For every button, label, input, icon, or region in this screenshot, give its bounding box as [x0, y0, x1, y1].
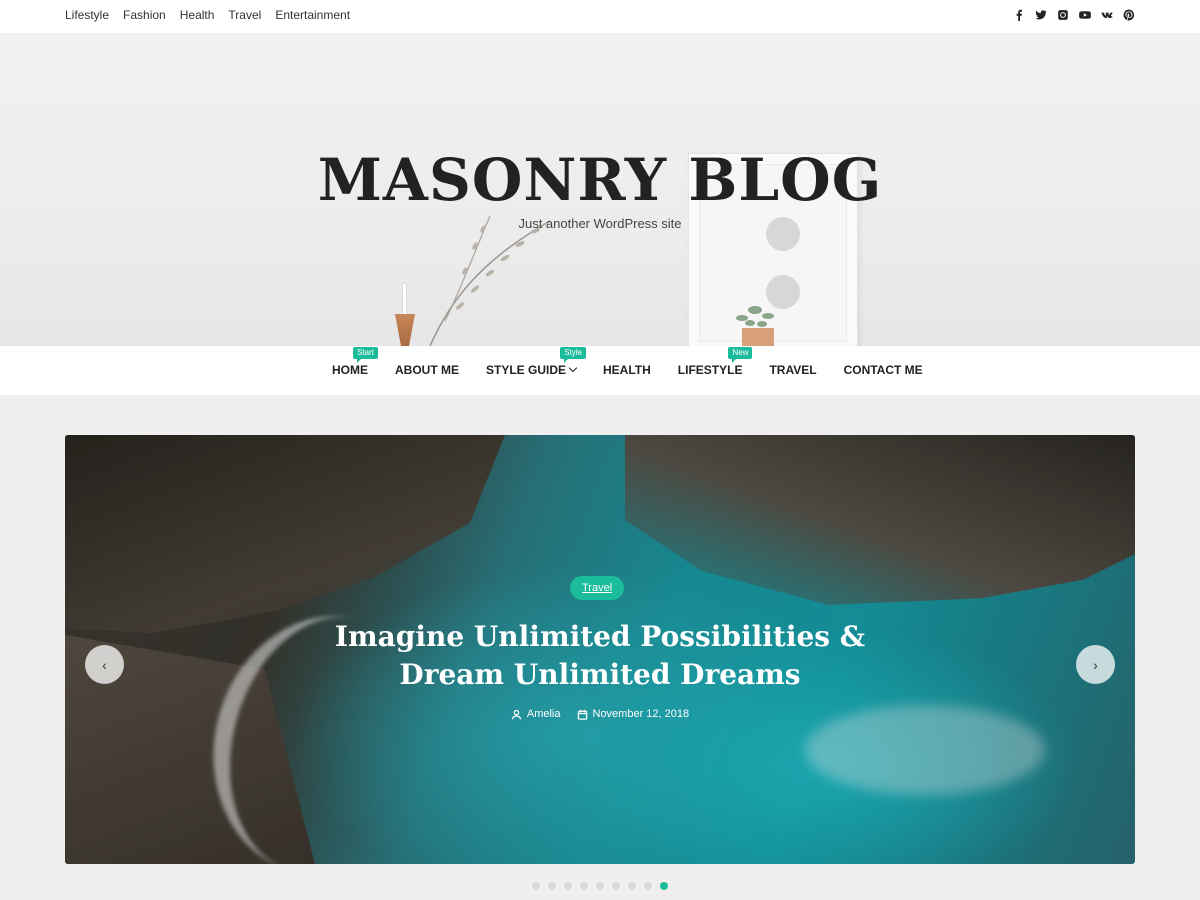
author-name: Amelia: [526, 708, 561, 720]
nav-item-health[interactable]: HEALTH: [603, 363, 651, 377]
nav-item-contact-me[interactable]: CONTACT ME: [844, 363, 923, 377]
top-bar: Lifestyle Fashion Health Travel Entertai…: [0, 0, 1200, 33]
nav-item-label: STYLE GUIDE: [486, 363, 567, 377]
slider-dot[interactable]: [564, 882, 572, 890]
slide-author[interactable]: Amelia: [511, 708, 561, 720]
slider-dot[interactable]: [612, 882, 620, 890]
candle-image: [402, 283, 407, 315]
chevron-right-icon: ›: [1093, 656, 1098, 673]
succulent-image: [736, 306, 774, 327]
calendar-icon: [577, 709, 587, 720]
slide-category-badge[interactable]: Travel: [570, 576, 625, 600]
youtube-icon[interactable]: [1079, 9, 1091, 21]
nav-item-label: ABOUT ME: [395, 363, 459, 377]
nav-item-label: CONTACT ME: [843, 363, 923, 377]
slider-dot[interactable]: [644, 882, 652, 890]
top-nav-travel[interactable]: Travel: [228, 8, 261, 22]
slider-prev-button[interactable]: ‹: [85, 645, 124, 684]
slide-title-line-1: Imagine Unlimited Possibilities &: [334, 620, 866, 653]
slider-dot[interactable]: [628, 882, 636, 890]
slide-title-line-2: Dream Unlimited Dreams: [399, 658, 801, 691]
slider-dot[interactable]: [580, 882, 588, 890]
top-nav-entertainment[interactable]: Entertainment: [275, 8, 350, 22]
slider-dots: [0, 882, 1200, 890]
post-date: November 12, 2018: [592, 708, 690, 720]
nav-item-style-guide[interactable]: STYLE GUIDE Style: [486, 347, 587, 377]
slide-meta: Amelia November 12, 2018: [65, 708, 1135, 720]
nav-item-label: HOME: [332, 363, 368, 377]
slider-dot[interactable]: [660, 882, 668, 890]
featured-slider: Travel Imagine Unlimited Possibilities &…: [65, 435, 1135, 864]
slide-date[interactable]: November 12, 2018: [577, 708, 690, 720]
pinterest-icon[interactable]: [1123, 9, 1135, 21]
nav-item-label: LIFESTYLE: [677, 363, 743, 377]
nav-item-label: HEALTH: [603, 363, 651, 377]
nav-badge-start: Start: [353, 347, 378, 363]
twitter-icon[interactable]: [1035, 9, 1047, 21]
nav-badge-new: New: [728, 347, 753, 363]
nav-badge-style: Style: [560, 347, 587, 363]
top-nav-lifestyle[interactable]: Lifestyle: [65, 8, 109, 22]
site-header: MASONRY BLOG Just another WordPress site: [0, 33, 1200, 346]
nav-item-travel[interactable]: TRAVEL: [769, 363, 816, 377]
nav-item-home[interactable]: HOME Start: [332, 347, 378, 377]
top-nav-fashion[interactable]: Fashion: [123, 8, 166, 22]
slider-next-button[interactable]: ›: [1076, 645, 1115, 684]
vk-icon[interactable]: [1101, 9, 1113, 21]
facebook-icon[interactable]: [1013, 9, 1025, 21]
nav-item-about-me[interactable]: ABOUT ME: [395, 363, 459, 377]
social-links: [1013, 9, 1135, 21]
site-title[interactable]: MASONRY BLOG: [0, 146, 1200, 214]
plant-pot-image: [742, 328, 774, 346]
site-tagline: Just another WordPress site: [518, 216, 682, 231]
top-nav-health[interactable]: Health: [180, 8, 215, 22]
nav-item-lifestyle[interactable]: LIFESTYLE New: [677, 347, 753, 377]
slider-dot[interactable]: [532, 882, 540, 890]
chevron-down-icon: [568, 363, 578, 373]
vase-image: [395, 314, 415, 346]
slider-dot[interactable]: [596, 882, 604, 890]
dried-plant-image: [429, 215, 551, 346]
instagram-icon[interactable]: [1057, 9, 1069, 21]
main-nav: HOME Start ABOUT ME STYLE GUIDE Style HE…: [0, 346, 1200, 395]
top-nav: Lifestyle Fashion Health Travel Entertai…: [65, 8, 350, 22]
user-icon: [511, 709, 522, 719]
slider-dot[interactable]: [548, 882, 556, 890]
slide-title[interactable]: Imagine Unlimited Possibilities & Dream …: [65, 618, 1135, 694]
nav-item-label: TRAVEL: [769, 363, 817, 377]
chevron-left-icon: ‹: [102, 656, 107, 673]
